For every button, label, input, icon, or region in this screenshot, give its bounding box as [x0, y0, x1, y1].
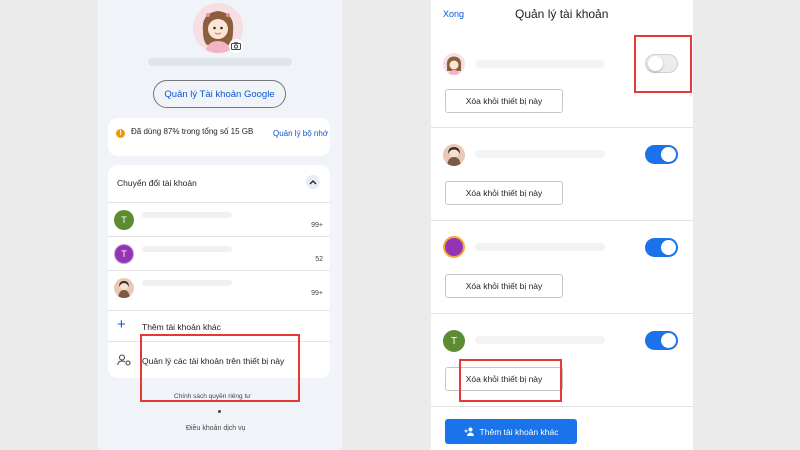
- remove-from-device-button[interactable]: Xóa khỏi thiết bị này: [445, 274, 563, 298]
- page-title: Quản lý tài khoản: [515, 7, 609, 21]
- add-another-account-label: Thêm tài khoản khác: [479, 426, 559, 437]
- separator-dot: [218, 410, 221, 413]
- account-row[interactable]: 99+: [108, 270, 330, 304]
- highlight-box: [459, 359, 562, 402]
- account-toggle[interactable]: [645, 145, 678, 164]
- storage-card: ! Đã dùng 87% trong tổng số 15 GB Quản l…: [108, 118, 330, 156]
- unread-count: 52: [315, 256, 323, 263]
- account-avatar: [443, 53, 465, 75]
- toggle-knob: [661, 147, 676, 162]
- highlight-box: [634, 35, 692, 93]
- done-button[interactable]: Xong: [443, 9, 464, 19]
- account-email-redacted: [142, 212, 232, 218]
- remove-from-device-button[interactable]: Xóa khỏi thiết bị này: [445, 181, 563, 205]
- header: Xong Quản lý tài khoản: [431, 0, 693, 28]
- account-email-redacted: [475, 243, 605, 251]
- account-email-redacted: [142, 280, 232, 286]
- highlight-box: [140, 334, 300, 402]
- manage-accounts-icon: [117, 353, 131, 371]
- account-toggle[interactable]: [645, 331, 678, 350]
- account-avatar: [114, 278, 134, 298]
- add-another-account-button[interactable]: Thêm tài khoản khác: [445, 419, 577, 444]
- toggle-knob: [661, 240, 676, 255]
- unread-count: 99+: [311, 290, 323, 297]
- account-avatar: T: [114, 210, 134, 230]
- manage-storage-link[interactable]: Quản lý bộ nhớ: [273, 129, 328, 138]
- add-another-account-label: Thêm tài khoản khác: [142, 322, 221, 332]
- account-email-redacted: [475, 150, 605, 158]
- warning-icon: !: [116, 129, 125, 138]
- storage-usage-text: Đã dùng 87% trong tổng số 15 GB: [131, 127, 254, 136]
- account-row[interactable]: T 52: [108, 236, 330, 270]
- account-email-redacted: [142, 246, 232, 252]
- toggle-knob: [661, 333, 676, 348]
- remove-from-device-button[interactable]: Xóa khỏi thiết bị này: [445, 89, 563, 113]
- unread-count: 99+: [311, 222, 323, 229]
- account-avatar: T: [114, 244, 134, 264]
- account-email-redacted: [475, 336, 605, 344]
- camera-icon[interactable]: [229, 39, 243, 53]
- account-avatar: [443, 144, 465, 166]
- account-section: Xóa khỏi thiết bị này: [431, 128, 693, 221]
- manage-google-account-button[interactable]: Quản lý Tài khoản Google: [153, 80, 286, 108]
- add-person-icon: [464, 427, 474, 436]
- account-avatar: [443, 236, 465, 258]
- account-name-redacted: [148, 58, 292, 66]
- switch-accounts-label: Chuyển đổi tài khoản: [117, 178, 197, 188]
- plus-icon: +: [117, 316, 126, 333]
- account-row[interactable]: T 99+: [108, 202, 330, 236]
- account-avatar: T: [443, 330, 465, 352]
- terms-of-service-link[interactable]: Điều khoản dịch vụ: [186, 425, 246, 432]
- account-toggle[interactable]: [645, 238, 678, 257]
- account-section: Xóa khỏi thiết bị này: [431, 221, 693, 314]
- chevron-up-icon[interactable]: [306, 175, 320, 189]
- account-email-redacted: [475, 60, 605, 68]
